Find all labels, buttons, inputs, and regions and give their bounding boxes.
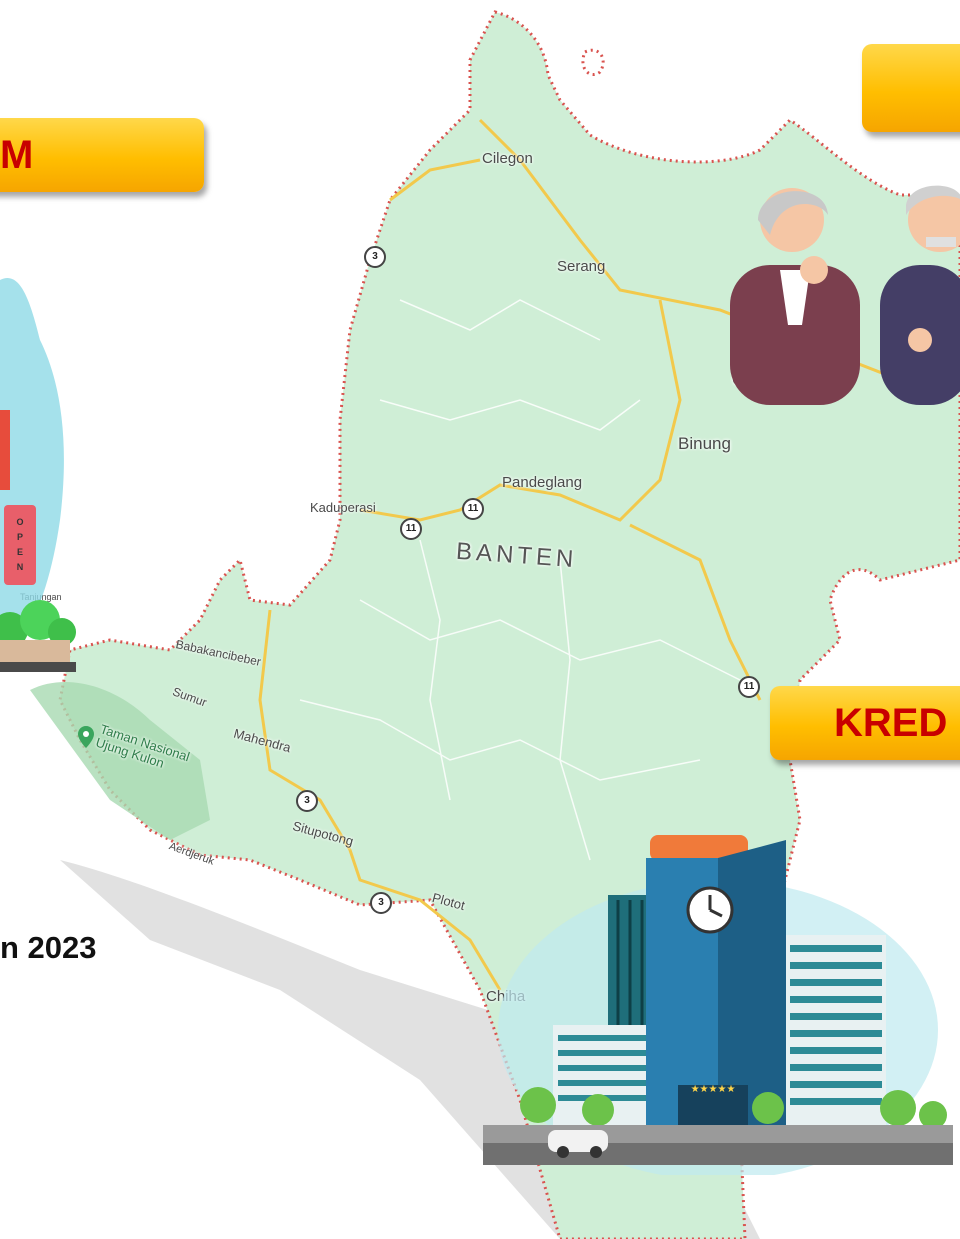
banner-left-text: M bbox=[0, 133, 34, 177]
svg-text:P: P bbox=[17, 532, 23, 542]
svg-text:N: N bbox=[17, 562, 24, 572]
route-shield: 11 bbox=[738, 676, 760, 698]
svg-text:★★★★★: ★★★★★ bbox=[691, 1084, 736, 1095]
route-shield: 3 bbox=[370, 892, 392, 914]
route-shield: 11 bbox=[400, 518, 422, 540]
svg-text:E: E bbox=[17, 547, 23, 557]
route-shield: 3 bbox=[296, 790, 318, 812]
place-label: Serang bbox=[557, 258, 606, 275]
place-label: Binung bbox=[678, 434, 731, 453]
place-label: Cilegon bbox=[482, 150, 533, 167]
route-shield: 3 bbox=[364, 246, 386, 268]
svg-text:O: O bbox=[16, 517, 23, 527]
caption-text: n 2023 bbox=[0, 930, 97, 965]
park-pin-icon bbox=[78, 726, 94, 748]
banner-left: M bbox=[0, 118, 204, 192]
banner-right-middle-text: KRED bbox=[834, 701, 948, 745]
small-island bbox=[581, 48, 605, 76]
banner-right-top bbox=[862, 44, 960, 132]
office-building-icon: ★★★★★ bbox=[483, 835, 953, 1175]
place-label: Pandeglang bbox=[502, 474, 583, 491]
place-label: Kaduperasi bbox=[310, 500, 376, 515]
banner-right-middle: KRED bbox=[770, 686, 960, 760]
route-shield: 11 bbox=[462, 498, 484, 520]
elderly-couple-icon bbox=[730, 185, 960, 405]
open-shop-icon: O P E N bbox=[0, 278, 76, 672]
